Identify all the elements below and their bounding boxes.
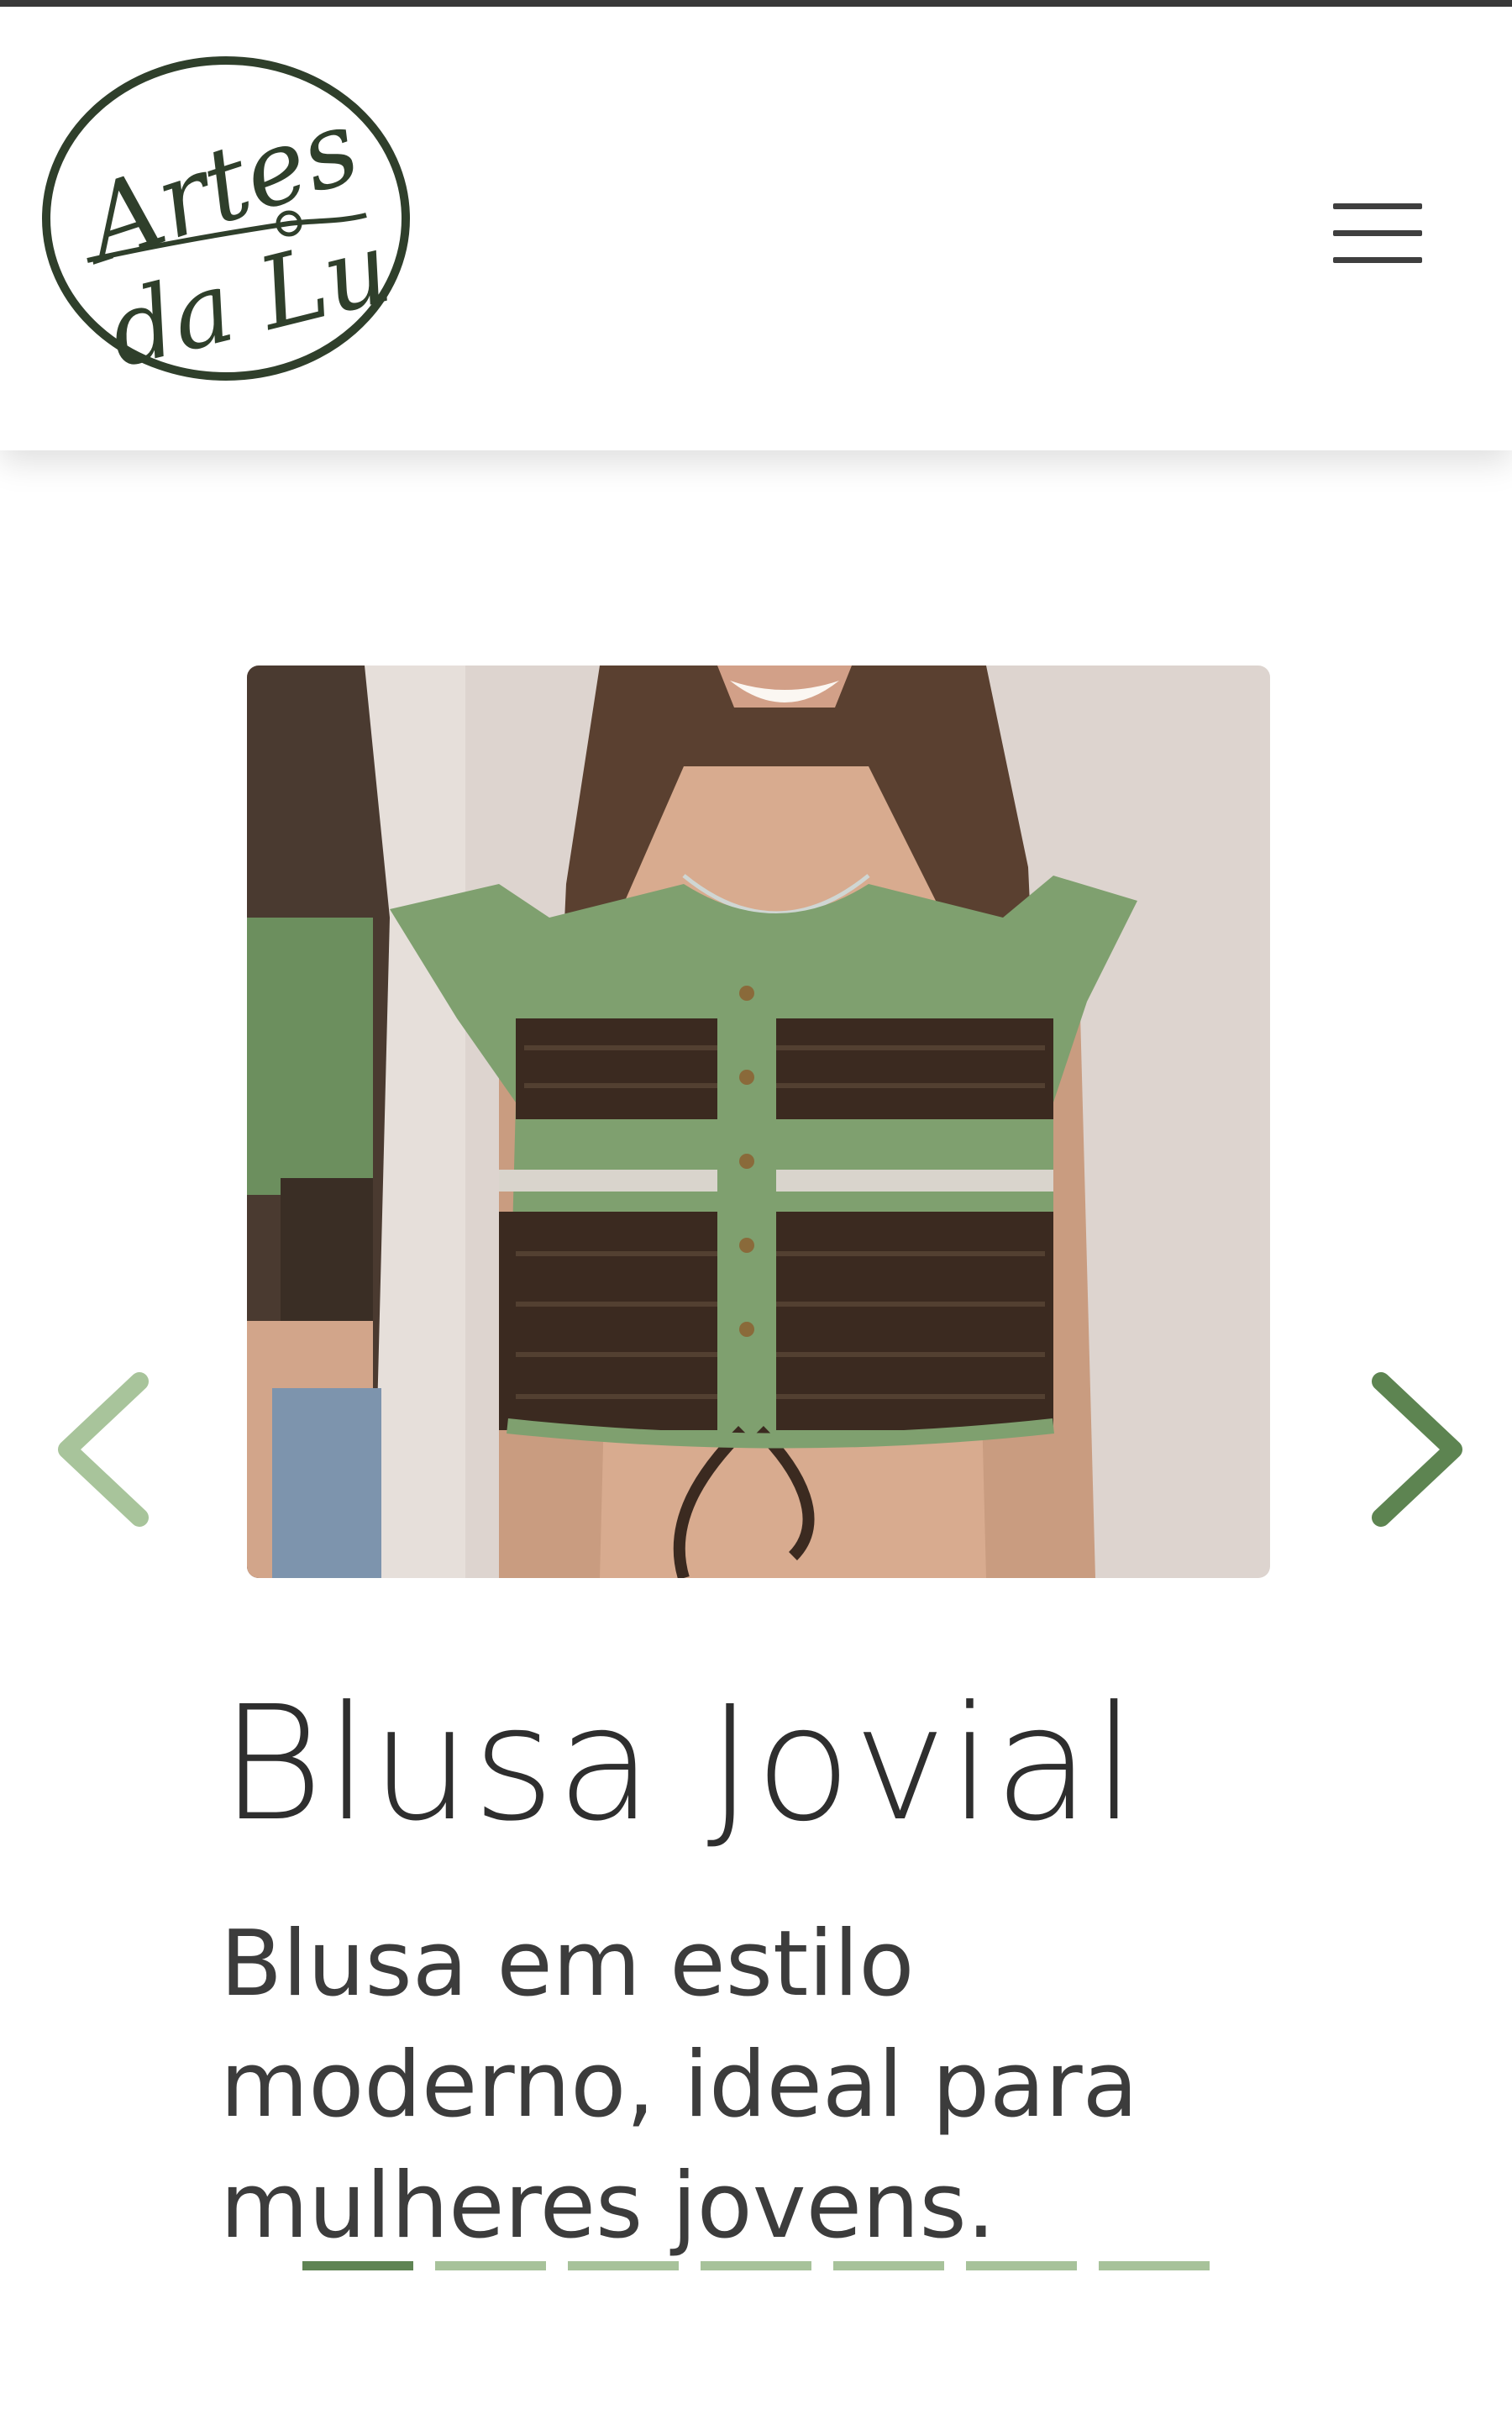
menu-icon-bar xyxy=(1333,203,1422,209)
product-carousel: Blusa Jovial Blusa em estilo moderno, id… xyxy=(0,450,1512,2420)
logo-emblem: Artes da Lu xyxy=(42,56,410,390)
site-logo[interactable]: Artes da Lu xyxy=(37,50,415,390)
carousel-indicator-5[interactable] xyxy=(833,2261,944,2270)
menu-icon-bar xyxy=(1333,257,1422,263)
carousel-indicator-2[interactable] xyxy=(435,2261,546,2270)
carousel-indicator-1[interactable] xyxy=(302,2261,413,2270)
carousel-indicator-3[interactable] xyxy=(568,2261,679,2270)
carousel-indicator-7[interactable] xyxy=(1099,2261,1210,2270)
chevron-right-icon xyxy=(1372,1372,1462,1527)
carousel-indicators xyxy=(302,2261,1226,2273)
hamburger-menu-button[interactable] xyxy=(1323,192,1432,276)
carousel-next-button[interactable] xyxy=(1352,1370,1478,1529)
carousel-indicator-6[interactable] xyxy=(966,2261,1077,2270)
product-photo-illustration xyxy=(247,666,1270,1578)
chevron-left-icon xyxy=(58,1372,149,1527)
product-photo[interactable] xyxy=(247,666,1270,1578)
carousel-prev-button[interactable] xyxy=(42,1370,168,1529)
menu-icon-bar xyxy=(1333,230,1422,236)
slide-description: Blusa em estilo moderno, ideal para mulh… xyxy=(220,1912,1138,2259)
slide-title: Blusa Jovial xyxy=(220,1672,1138,1856)
carousel-indicator-4[interactable] xyxy=(701,2261,811,2270)
browser-top-edge xyxy=(0,0,1512,7)
site-header: Artes da Lu xyxy=(0,7,1512,450)
